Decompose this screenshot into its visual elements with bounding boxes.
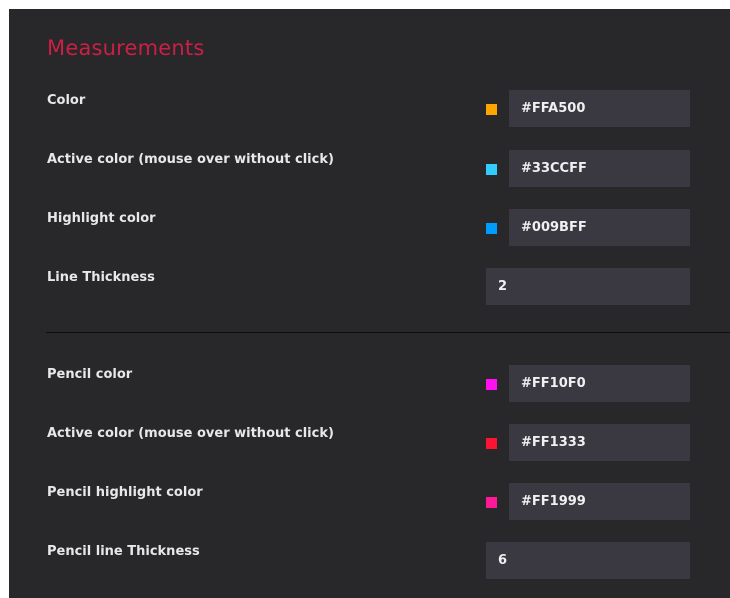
color-swatch[interactable] xyxy=(486,379,497,390)
color-swatch[interactable] xyxy=(486,164,497,175)
setting-label: Line Thickness xyxy=(47,270,155,285)
color-swatch[interactable] xyxy=(486,104,497,115)
section-divider xyxy=(46,332,730,333)
setting-label: Color xyxy=(47,93,86,108)
setting-label: Pencil color xyxy=(47,367,133,382)
color-swatch[interactable] xyxy=(486,438,497,449)
color-field[interactable] xyxy=(509,90,690,127)
section-title: Measurements xyxy=(47,36,205,60)
setting-row-color: Color xyxy=(9,90,730,127)
pencil-active-color-field[interactable] xyxy=(509,424,690,461)
highlight-color-field[interactable] xyxy=(509,209,690,246)
color-swatch[interactable] xyxy=(486,497,497,508)
setting-row-pencil-line-thickness: Pencil line Thickness xyxy=(9,542,730,579)
setting-label: Pencil highlight color xyxy=(47,485,203,500)
settings-panel: Measurements Color Active color (mouse o… xyxy=(9,9,730,598)
pencil-color-field[interactable] xyxy=(509,365,690,402)
pencil-line-thickness-field[interactable] xyxy=(486,542,690,579)
setting-row-pencil-color: Pencil color xyxy=(9,365,730,402)
setting-label: Pencil line Thickness xyxy=(47,544,200,559)
pencil-highlight-color-field[interactable] xyxy=(509,483,690,520)
color-swatch[interactable] xyxy=(486,223,497,234)
setting-row-active-color: Active color (mouse over without click) xyxy=(9,150,730,187)
active-color-field[interactable] xyxy=(509,150,690,187)
setting-label: Active color (mouse over without click) xyxy=(47,152,334,167)
setting-row-highlight-color: Highlight color xyxy=(9,209,730,246)
setting-label: Highlight color xyxy=(47,211,156,226)
setting-row-pencil-highlight-color: Pencil highlight color xyxy=(9,483,730,520)
setting-row-pencil-active-color: Active color (mouse over without click) xyxy=(9,424,730,461)
setting-row-line-thickness: Line Thickness xyxy=(9,268,730,305)
line-thickness-field[interactable] xyxy=(486,268,690,305)
setting-label: Active color (mouse over without click) xyxy=(47,426,334,441)
